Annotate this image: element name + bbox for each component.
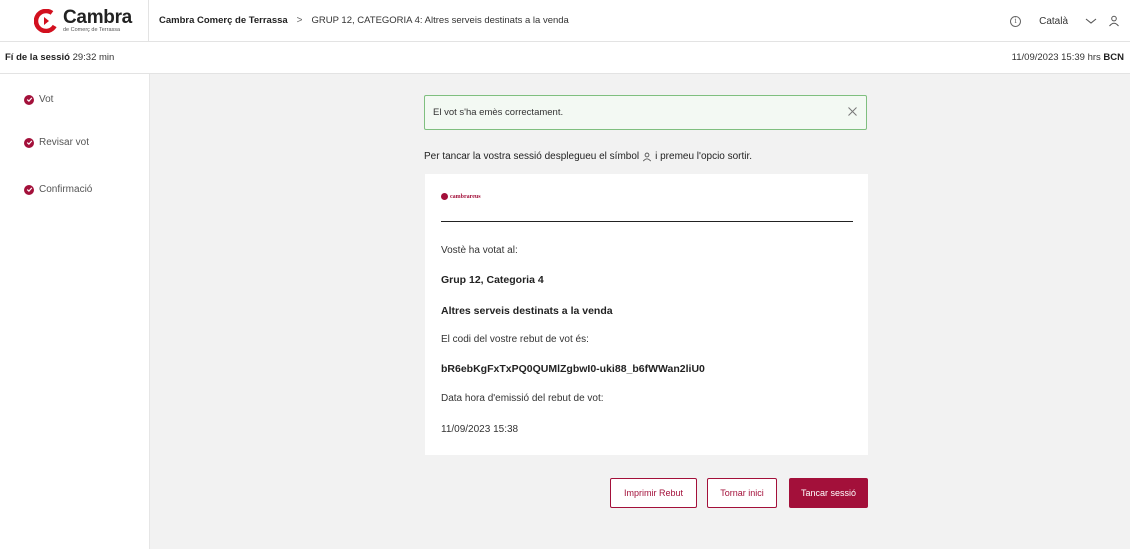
- sidebar-steps: Vot Revisar vot Confirmació: [0, 74, 150, 549]
- home-button[interactable]: Tornar inici: [707, 478, 777, 508]
- logo[interactable]: Cambra de Comerç de Terrassa: [34, 5, 138, 37]
- session-timer: Fí de la sessió 29:32 min: [5, 52, 114, 63]
- breadcrumb: Cambra Comerç de Terrassa > GRUP 12, CAT…: [159, 15, 569, 26]
- step-label: Confirmació: [39, 184, 93, 195]
- logout-button[interactable]: Tancar sessió: [789, 478, 868, 508]
- step-label: Vot: [39, 94, 54, 105]
- app-header: Cambra de Comerç de Terrassa Cambra Come…: [0, 0, 1130, 42]
- header-divider: [148, 0, 149, 42]
- info-icon[interactable]: i: [1010, 15, 1022, 27]
- breadcrumb-home[interactable]: Cambra Comerç de Terrassa: [159, 15, 288, 26]
- user-icon: [643, 152, 652, 161]
- success-alert: El vot s'ha emès correctament.: [424, 95, 867, 130]
- date-label: Data hora d'emissió del rebut de vot:: [441, 393, 604, 404]
- instruction-before: Per tancar la vostra sessió desplegueu e…: [424, 151, 640, 162]
- breadcrumb-separator: >: [296, 15, 303, 26]
- receipt-divider: [441, 221, 853, 222]
- breadcrumb-current: GRUP 12, CATEGORIA 4: Altres serveis des…: [311, 15, 569, 26]
- user-icon[interactable]: [1108, 15, 1120, 27]
- session-end-value: 29:32 min: [72, 52, 115, 63]
- session-datetime-value: 11/09/2023 15:39 hrs: [1011, 52, 1101, 63]
- step-label: Revisar vot: [39, 137, 90, 148]
- receipt-date: 11/09/2023 15:38: [441, 424, 519, 435]
- check-circle-icon: [24, 137, 34, 148]
- main-content: El vot s'ha emès correctament. Per tanca…: [150, 74, 1130, 549]
- code-label: El codi del vostre rebut de vot és:: [441, 334, 589, 345]
- session-end-label: Fí de la sessió: [5, 52, 70, 63]
- alert-message: El vot s'ha emès correctament.: [433, 107, 564, 118]
- session-bar: Fí de la sessió 29:32 min 11/09/2023 15:…: [0, 42, 1130, 74]
- receipt-code: bR6ebKgFxTxPQ0QUMlZgbwI0-uki88_b6fWWan2l…: [441, 363, 705, 375]
- check-circle-icon: [24, 184, 34, 195]
- receipt-logo-icon: [441, 193, 448, 200]
- step-vot: Vot: [24, 94, 53, 105]
- session-datetime: 11/09/2023 15:39 hrs BCN: [1012, 52, 1124, 63]
- voted-category: Altres serveis destinats a la venda: [441, 305, 613, 317]
- cambra-logo-icon: [34, 8, 58, 33]
- check-circle-icon: [24, 94, 34, 105]
- vote-receipt: cambrareus Vostè ha votat al: Grup 12, C…: [425, 174, 868, 455]
- logout-instruction: Per tancar la vostra sessió desplegueu e…: [424, 151, 752, 162]
- step-confirmacio: Confirmació: [24, 184, 92, 195]
- language-selector[interactable]: Català: [1039, 16, 1068, 27]
- session-city: BCN: [1103, 52, 1124, 63]
- step-revisar-vot: Revisar vot: [24, 137, 89, 148]
- logo-subtitle: de Comerç de Terrassa: [63, 26, 121, 33]
- voted-group: Grup 12, Categoria 4: [441, 274, 544, 286]
- close-icon[interactable]: [847, 106, 858, 117]
- receipt-logo: cambrareus: [441, 193, 481, 200]
- print-receipt-button[interactable]: Imprimir Rebut: [610, 478, 697, 508]
- chevron-down-icon[interactable]: [1084, 16, 1098, 26]
- instruction-after: i premeu l'opcio sortir.: [655, 151, 753, 162]
- receipt-logo-text: cambrareus: [450, 193, 481, 200]
- voted-label: Vostè ha votat al:: [441, 245, 518, 256]
- logo-name: Cambra: [63, 6, 132, 28]
